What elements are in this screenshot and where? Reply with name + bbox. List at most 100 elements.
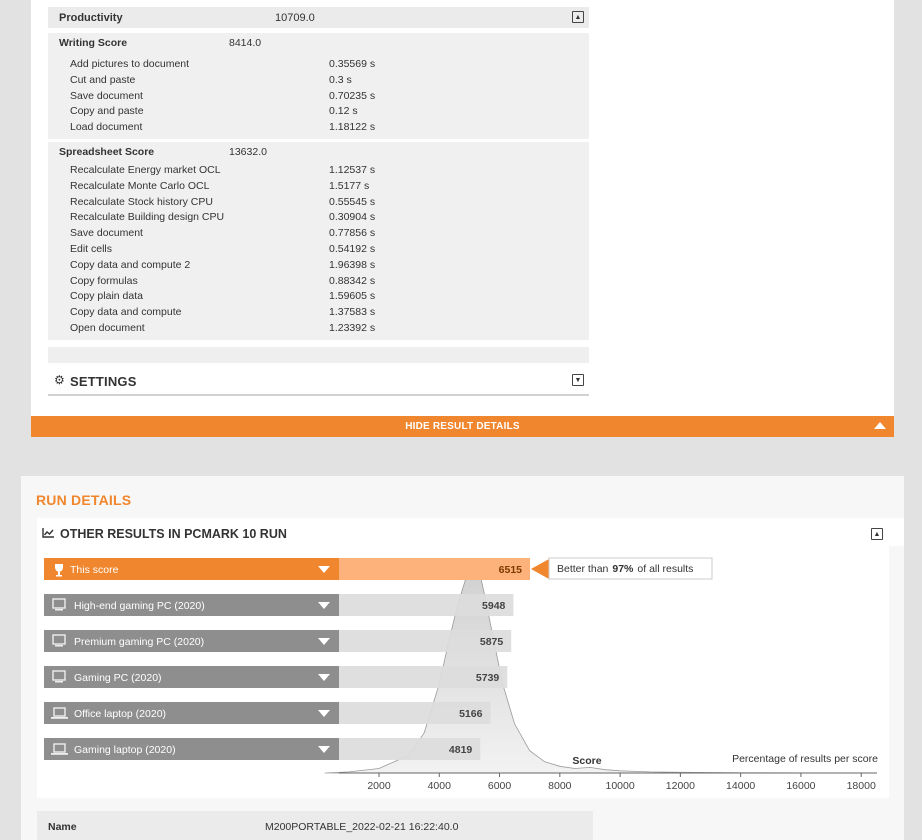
productivity-value: 10709.0 bbox=[275, 12, 315, 24]
spreadsheet-score-block: Spreadsheet Score 13632.0 Recalculate En… bbox=[48, 142, 589, 340]
metric-name: Recalculate Stock history CPU bbox=[70, 195, 213, 208]
writing-score-label: Writing Score bbox=[59, 37, 128, 49]
metric-row: Save document 0.77856 s bbox=[70, 227, 570, 241]
score-value-label: 4819 bbox=[449, 744, 473, 756]
callout-pointer bbox=[531, 559, 549, 579]
metric-name: Edit cells bbox=[70, 243, 113, 255]
metric-value: 0.55545 s bbox=[329, 195, 376, 208]
x-tick-label: 2000 bbox=[367, 780, 391, 792]
metric-row: Copy formulas 0.88342 s bbox=[70, 275, 570, 289]
score-value-label: 5948 bbox=[482, 600, 506, 612]
other-results-header: OTHER RESULTS IN PCMARK 10 RUN ▲ bbox=[37, 518, 904, 546]
score-value-label: 5166 bbox=[459, 708, 483, 720]
hide-result-details-label: HIDE RESULT DETAILS bbox=[405, 421, 520, 432]
metric-value: 0.3 s bbox=[329, 73, 352, 86]
metric-row: Open document 1.23392 s bbox=[70, 322, 570, 336]
name-row: Name M200PORTABLE_2022-02-21 16:22:40.0 bbox=[37, 811, 593, 840]
better-than-text: Better than 97% of all results bbox=[557, 563, 693, 575]
settings-section[interactable]: ⚙ SETTINGS ▼ bbox=[48, 366, 589, 396]
metric-name: Add pictures to document bbox=[70, 58, 190, 70]
comparison-chart-area: 2000 4000 6000 8000 10000 12000 14000 16000 1800… bbox=[37, 546, 889, 798]
metric-row: Cut and paste 0.3 s bbox=[70, 74, 570, 88]
collapse-other-results-button[interactable]: ▲ bbox=[871, 528, 883, 540]
x-tick-label: 14000 bbox=[726, 780, 755, 792]
x-tick-label: 16000 bbox=[786, 780, 815, 792]
metric-name: Copy and paste bbox=[70, 105, 144, 118]
metric-row: Recalculate Building design CPU 0.30904 s bbox=[70, 211, 570, 225]
settings-title: SETTINGS bbox=[70, 374, 137, 389]
writing-score-value: 8414.0 bbox=[229, 37, 262, 49]
category-label: Premium gaming PC (2020) bbox=[74, 636, 204, 648]
metric-value: 0.30904 s bbox=[329, 211, 376, 224]
metric-value: 0.88342 s bbox=[329, 274, 376, 287]
collapse-productivity-button[interactable]: ▲ bbox=[572, 11, 584, 23]
metric-name: Copy plain data bbox=[70, 290, 143, 303]
metric-row: Edit cells 0.54192 s bbox=[70, 243, 570, 257]
metric-row: Copy data and compute 2 1.96398 s bbox=[70, 259, 570, 273]
metric-value: 0.70235 s bbox=[329, 89, 376, 102]
metric-name: Copy formulas bbox=[70, 274, 138, 287]
metric-row: Recalculate Monte Carlo OCL 1.5177 s bbox=[70, 180, 570, 194]
x-tick-label: 8000 bbox=[548, 780, 572, 792]
x-tick-label: 10000 bbox=[605, 780, 634, 792]
metric-row: Load document 1.18122 s bbox=[70, 121, 570, 135]
caret-up-icon: ▲ bbox=[574, 13, 582, 21]
caret-up-icon bbox=[874, 422, 886, 429]
better-than-percent: 97% bbox=[612, 563, 634, 575]
x-tick-label: 18000 bbox=[847, 780, 876, 792]
metric-row: Copy plain data 1.59605 s bbox=[70, 290, 570, 304]
metric-row: Recalculate Energy market OCL 1.12537 s bbox=[70, 164, 570, 178]
metric-name: Open document bbox=[70, 322, 145, 334]
spreadsheet-score-value: 13632.0 bbox=[229, 146, 267, 158]
x-tick-label: 12000 bbox=[666, 780, 695, 792]
metric-name: Load document bbox=[70, 121, 143, 134]
section-divider bbox=[48, 347, 589, 363]
metric-value: 1.37583 s bbox=[329, 306, 376, 319]
x-axis-label: Score bbox=[572, 755, 601, 767]
spreadsheet-score-label: Spreadsheet Score bbox=[59, 146, 155, 158]
expand-settings-button[interactable]: ▼ bbox=[572, 374, 584, 386]
metric-value: 1.96398 s bbox=[329, 258, 376, 271]
metric-name: Copy data and compute bbox=[70, 306, 182, 319]
gear-icon: ⚙ bbox=[54, 373, 65, 387]
line-chart-icon bbox=[42, 528, 54, 538]
metric-row: Add pictures to document 0.35569 s bbox=[70, 58, 570, 72]
metric-value: 1.12537 s bbox=[329, 164, 376, 176]
run-details-title: RUN DETAILS bbox=[36, 492, 132, 508]
metric-value: 1.23392 s bbox=[329, 322, 376, 334]
metric-name: Recalculate Monte Carlo OCL bbox=[70, 179, 210, 192]
category-label: High-end gaming PC (2020) bbox=[74, 600, 205, 612]
metric-row: Copy data and compute 1.37583 s bbox=[70, 306, 570, 320]
caret-down-icon: ▼ bbox=[574, 376, 582, 384]
metric-value: 0.35569 s bbox=[329, 58, 376, 70]
metric-name: Copy data and compute 2 bbox=[70, 258, 191, 271]
category-label: This score bbox=[70, 564, 119, 576]
metric-row: Copy and paste 0.12 s bbox=[70, 105, 570, 119]
metric-value: 1.18122 s bbox=[329, 121, 376, 134]
name-value: M200PORTABLE_2022-02-21 16:22:40.0 bbox=[265, 821, 459, 833]
productivity-row: Productivity 10709.0 ▲ bbox=[48, 7, 589, 28]
name-label: Name bbox=[48, 821, 77, 833]
run-details-card: RUN DETAILS OTHER RESULTS IN PCMARK 10 R… bbox=[21, 476, 904, 840]
metric-value: 0.12 s bbox=[329, 105, 358, 118]
metric-name: Save document bbox=[70, 89, 143, 102]
metric-value: 1.59605 s bbox=[329, 290, 376, 303]
x-tick-label: 4000 bbox=[428, 780, 452, 792]
comparison-chart: 2000 4000 6000 8000 10000 12000 14000 16000 1800… bbox=[44, 557, 878, 792]
caret-up-icon: ▲ bbox=[873, 530, 881, 538]
productivity-label: Productivity bbox=[59, 12, 123, 24]
metric-value: 0.77856 s bbox=[329, 227, 376, 240]
metric-row: Recalculate Stock history CPU 0.55545 s bbox=[70, 196, 570, 210]
hide-result-details-button[interactable]: HIDE RESULT DETAILS bbox=[31, 416, 894, 437]
x-tick-label: 6000 bbox=[488, 780, 512, 792]
metric-value: 0.54192 s bbox=[329, 243, 376, 255]
metric-name: Recalculate Building design CPU bbox=[70, 211, 225, 224]
result-details-card: Productivity 10709.0 ▲ Writing Score 841… bbox=[31, 0, 894, 416]
metric-name: Save document bbox=[70, 227, 143, 240]
better-than-suffix: of all results bbox=[637, 563, 693, 575]
metric-name: Recalculate Energy market OCL bbox=[70, 164, 221, 176]
writing-score-block: Writing Score 8414.0 Add pictures to doc… bbox=[48, 33, 589, 139]
category-label: Office laptop (2020) bbox=[74, 708, 166, 720]
category-label: Gaming laptop (2020) bbox=[74, 744, 176, 756]
score-value-label: 5875 bbox=[480, 636, 504, 648]
